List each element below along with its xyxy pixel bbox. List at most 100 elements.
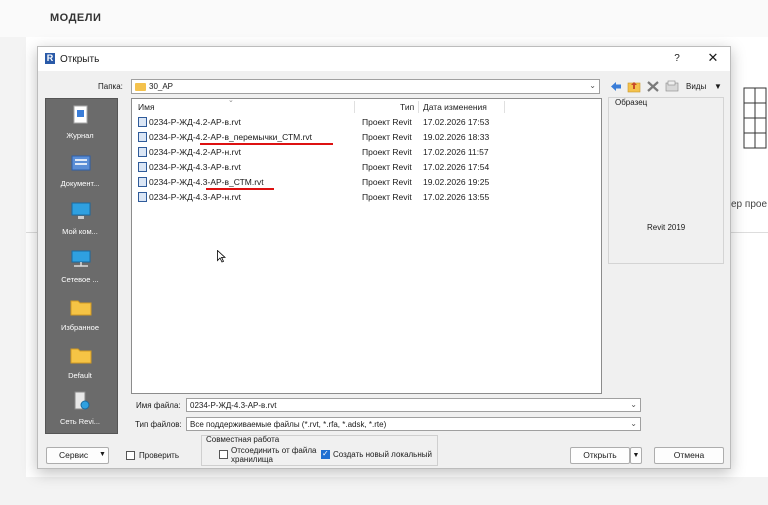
chevron-down-icon[interactable]: ⌄	[589, 81, 596, 90]
file-row[interactable]: 0234-Р-ЖД-4.3-АР-в_СТМ.rvt Проект Revit …	[132, 175, 601, 189]
column-header-date[interactable]: Дата изменения	[423, 102, 487, 112]
folder-icon	[135, 83, 146, 91]
up-folder-icon[interactable]	[627, 80, 641, 93]
dialog-titlebar: R Открыть ? ✕	[38, 47, 730, 71]
detach-checkbox[interactable]	[219, 450, 228, 459]
revit-file-icon	[138, 162, 147, 172]
place-documents[interactable]: Документ...	[46, 149, 116, 197]
revit-file-icon	[138, 192, 147, 202]
file-row[interactable]: 0234-Р-ЖД-4.2-АР-в.rvt Проект Revit 17.0…	[132, 115, 601, 129]
place-label: Избранное	[60, 323, 99, 332]
column-header-type[interactable]: Тип	[400, 102, 414, 112]
folder-label: Папка:	[98, 82, 123, 91]
folder-icon	[70, 348, 92, 364]
place-default[interactable]: Default	[46, 341, 116, 389]
documents-icon	[71, 155, 91, 171]
revit-file-icon	[138, 117, 147, 127]
file-date: 17.02.2026 17:53	[423, 117, 490, 127]
open-button[interactable]: Открыть	[570, 447, 630, 464]
file-name: 0234-Р-ЖД-4.2-АР-в.rvt	[149, 117, 241, 127]
place-history[interactable]: Журнал	[46, 101, 116, 149]
place-label: Документ...	[60, 179, 100, 188]
place-revit-server[interactable]: Сеть Revi...	[46, 387, 116, 433]
filetype-label: Тип файлов:	[135, 420, 182, 429]
place-label: Сеть Revi...	[59, 417, 101, 426]
filename-label: Имя файла:	[136, 401, 181, 410]
filename-value: 0234-Р-ЖД-4.3-АР-в.rvt	[190, 401, 277, 410]
file-type: Проект Revit	[362, 192, 412, 202]
close-button[interactable]: ✕	[706, 51, 720, 65]
file-date: 17.02.2026 11:57	[423, 147, 489, 157]
sort-indicator-icon: ⌄	[228, 97, 234, 104]
preview-label: Образец	[615, 98, 648, 107]
file-row[interactable]: 0234-Р-ЖД-4.2-АР-н.rvt Проект Revit 17.0…	[132, 145, 601, 159]
place-label: Мой ком...	[62, 227, 98, 236]
file-date: 17.02.2026 13:55	[423, 192, 490, 202]
background-model-thumbnail	[743, 87, 767, 149]
revit-server-icon	[74, 391, 90, 410]
cancel-button[interactable]: Отмена	[654, 447, 724, 464]
place-favorites[interactable]: Избранное	[46, 293, 116, 341]
revit-version: Revit 2019	[647, 223, 686, 232]
views-dropdown-arrow[interactable]: ▼	[714, 82, 722, 91]
revit-file-icon	[138, 132, 147, 142]
help-button[interactable]: ?	[670, 52, 684, 66]
folder-select[interactable]: 30_АР ⌄	[131, 79, 600, 94]
file-type: Проект Revit	[362, 177, 412, 187]
file-name: 0234-Р-ЖД-4.2-АР-в_перемычки_СТМ.rvt	[149, 132, 313, 142]
place-label: Журнал	[66, 131, 94, 140]
chevron-down-icon[interactable]: ⌄	[630, 400, 637, 409]
filetype-select[interactable]: Все поддерживаемые файлы (*.rvt, *.rfa, …	[186, 417, 641, 431]
filename-input[interactable]: 0234-Р-ЖД-4.3-АР-в.rvt ⌄	[186, 398, 641, 412]
file-date: 17.02.2026 17:54	[423, 162, 490, 172]
file-name: 0234-Р-ЖД-4.3-АР-н.rvt	[149, 192, 241, 202]
column-divider[interactable]	[354, 101, 355, 113]
place-network[interactable]: Сетевое ...	[46, 245, 116, 293]
detach-label: Отсоединить от файла хранилища	[231, 446, 317, 464]
file-type: Проект Revit	[362, 147, 412, 157]
audit-label: Проверить	[139, 451, 180, 460]
place-my-computer[interactable]: Мой ком...	[46, 197, 116, 245]
create-local-checkbox[interactable]	[321, 449, 330, 459]
file-list[interactable]: ⌄ Имя Тип Дата изменения 0234-Р-ЖД-4.2-А…	[131, 97, 602, 394]
file-name: 0234-Р-ЖД-4.2-АР-н.rvt	[149, 147, 241, 157]
mouse-cursor-icon	[217, 250, 226, 263]
create-local-label: Создать новый локальный	[333, 450, 432, 459]
file-type: Проект Revit	[362, 162, 412, 172]
place-label: Сетевое ...	[61, 275, 99, 284]
computer-icon	[71, 202, 91, 219]
revit-app-icon: R	[45, 53, 55, 64]
network-icon	[71, 250, 91, 267]
open-dropdown-arrow[interactable]: ▼	[630, 447, 642, 464]
filetype-value: Все поддерживаемые файлы (*.rvt, *.rfa, …	[190, 420, 387, 429]
open-file-dialog: R Открыть ? ✕ Папка: 30_АР ⌄ Виды ▼ Журн…	[37, 46, 731, 469]
dialog-title: Открыть	[60, 54, 100, 65]
back-arrow-icon[interactable]	[609, 80, 623, 93]
delete-icon[interactable]	[646, 80, 660, 93]
new-folder-icon[interactable]	[665, 80, 679, 93]
audit-checkbox[interactable]	[126, 451, 135, 460]
preview-pane	[608, 97, 724, 264]
column-divider[interactable]	[418, 101, 419, 113]
file-name: 0234-Р-ЖД-4.3-АР-в_СТМ.rvt	[149, 177, 264, 187]
views-menu[interactable]: Виды	[686, 82, 706, 91]
place-label: Default	[68, 371, 92, 380]
file-row[interactable]: 0234-Р-ЖД-4.3-АР-н.rvt Проект Revit 17.0…	[132, 190, 601, 204]
collaboration-title: Совместная работа	[206, 435, 280, 444]
places-bar: Журнал Документ... Мой ком... Сетевое ..…	[45, 98, 118, 434]
revit-file-icon	[138, 177, 147, 187]
folder-icon	[70, 300, 92, 316]
service-dropdown-arrow[interactable]: ▼	[99, 451, 106, 458]
column-header-name[interactable]: Имя	[138, 102, 155, 112]
background-app-header: МОДЕЛИ	[0, 0, 768, 37]
history-icon	[73, 105, 88, 124]
chevron-down-icon[interactable]: ⌄	[630, 419, 637, 428]
file-row[interactable]: 0234-Р-ЖД-4.3-АР-в.rvt Проект Revit 17.0…	[132, 160, 601, 174]
file-row[interactable]: 0234-Р-ЖД-4.2-АР-в_перемычки_СТМ.rvt Про…	[132, 130, 601, 144]
file-date: 19.02.2026 18:33	[423, 132, 490, 142]
file-name: 0234-Р-ЖД-4.3-АР-в.rvt	[149, 162, 241, 172]
file-date: 19.02.2026 19:25	[423, 177, 490, 187]
background-app-title: МОДЕЛИ	[50, 12, 102, 24]
folder-value: 30_АР	[149, 82, 174, 91]
column-divider[interactable]	[504, 101, 505, 113]
